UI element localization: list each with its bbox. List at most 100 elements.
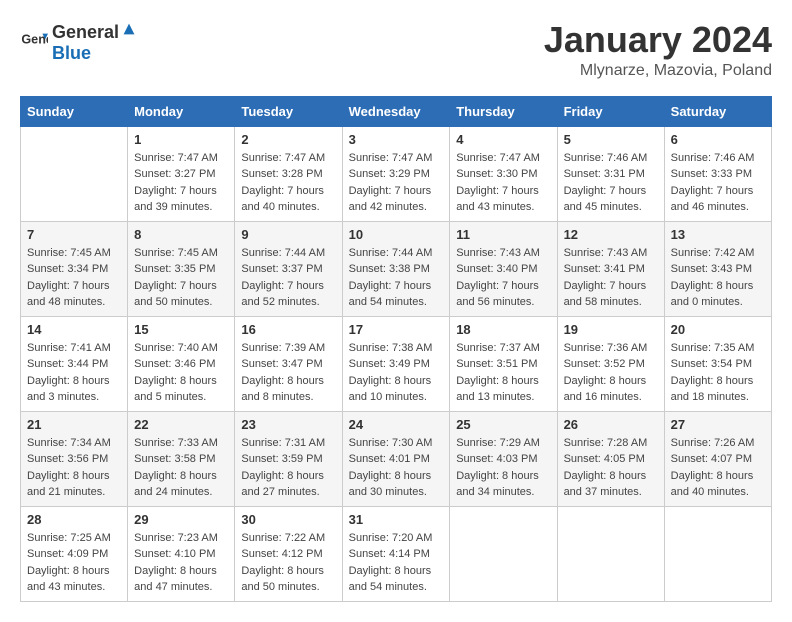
day-info-line: and 48 minutes. [27,296,105,308]
day-info-line: Sunrise: 7:30 AM [349,437,433,449]
day-info-line: and 16 minutes. [564,391,642,403]
day-info-line: Daylight: 8 hours [27,375,110,387]
day-cell [557,506,664,601]
day-cell: 19Sunrise: 7:36 AMSunset: 3:52 PMDayligh… [557,316,664,411]
week-row-5: 28Sunrise: 7:25 AMSunset: 4:09 PMDayligh… [21,506,772,601]
day-info-line: Sunrise: 7:45 AM [134,247,218,259]
day-info-line: Daylight: 7 hours [349,280,432,292]
day-number: 23 [241,417,335,432]
day-info-line: Sunrise: 7:44 AM [349,247,433,259]
day-cell: 17Sunrise: 7:38 AMSunset: 3:49 PMDayligh… [342,316,450,411]
day-cell: 11Sunrise: 7:43 AMSunset: 3:40 PMDayligh… [450,221,557,316]
day-info-line: Daylight: 7 hours [134,185,217,197]
logo-general-text: General [52,22,119,43]
day-info-line: and 46 minutes. [671,201,749,213]
day-cell [664,506,771,601]
day-info: Sunrise: 7:46 AMSunset: 3:31 PMDaylight:… [564,150,658,216]
day-info-line: Sunset: 3:38 PM [349,263,430,275]
day-cell: 3 Sunrise: 7:47 AMSunset: 3:29 PMDaylight… [342,126,450,221]
day-number: 21 [27,417,121,432]
day-info: Sunrise: 7:37 AMSunset: 3:51 PMDaylight:… [456,340,550,406]
day-info-line: Daylight: 8 hours [671,470,754,482]
day-cell: 18Sunrise: 7:37 AMSunset: 3:51 PMDayligh… [450,316,557,411]
day-info-line: Sunrise: 7:29 AM [456,437,540,449]
calendar-table: SundayMondayTuesdayWednesdayThursdayFrid… [20,96,772,602]
day-cell: 21 Sunrise: 7:34 AMSunset: 3:56 PMDayligh… [21,411,128,506]
day-info-line: and 34 minutes. [456,486,534,498]
day-number: 3 [349,132,444,147]
day-number: 27 [671,417,765,432]
day-cell: 13 Sunrise: 7:42 AMSunset: 3:43 PMDayligh… [664,221,771,316]
day-info-line: Daylight: 7 hours [134,280,217,292]
day-info-line: Daylight: 8 hours [134,470,217,482]
day-info-line: Daylight: 8 hours [27,565,110,577]
day-info-line: Daylight: 8 hours [241,375,324,387]
day-cell: 10Sunrise: 7:44 AMSunset: 3:38 PMDayligh… [342,221,450,316]
day-cell: 30Sunrise: 7:22 AMSunset: 4:12 PMDayligh… [235,506,342,601]
day-info-line: and 54 minutes. [349,296,427,308]
day-number: 14 [27,322,121,337]
day-cell: 8Sunrise: 7:45 AMSunset: 3:35 PMDaylight… [128,221,235,316]
day-number: 22 [134,417,228,432]
day-info: Sunrise: 7:42 AMSunset: 3:43 PMDaylight:… [671,245,765,311]
day-cell: 4Sunrise: 7:47 AMSunset: 3:30 PMDaylight… [450,126,557,221]
day-info-line: and 8 minutes. [241,391,313,403]
day-cell: 14 Sunrise: 7:41 AM Sunset: 3:44 PM Dayligh… [21,316,128,411]
day-number: 13 [671,227,765,242]
logo-triangle-icon [120,20,138,38]
day-info-line: Sunrise: 7:42 AM [671,247,755,259]
day-info-line: Sunrise: 7:45 AM [27,247,111,259]
day-info-line: and 27 minutes. [241,486,319,498]
day-info-line: Sunset: 4:14 PM [349,548,430,560]
day-info: Sunrise: 7:28 AMSunset: 4:05 PMDaylight:… [564,435,658,501]
day-cell: 28Sunrise: 7:25 AMSunset: 4:09 PMDayligh… [21,506,128,601]
day-cell: 5Sunrise: 7:46 AMSunset: 3:31 PMDaylight… [557,126,664,221]
day-cell: 9Sunrise: 7:44 AMSunset: 3:37 PMDaylight… [235,221,342,316]
day-info-line: Daylight: 7 hours [349,185,432,197]
day-number: 25 [456,417,550,432]
day-info-line: Sunrise: 7:47 AM [349,152,433,164]
day-info-line: Sunset: 3:56 PM [27,453,108,465]
day-info-line: Sunset: 3:35 PM [134,263,215,275]
day-info-line: Sunset: 4:01 PM [349,453,430,465]
day-info-line: Daylight: 8 hours [456,470,539,482]
day-info-line: Sunset: 4:10 PM [134,548,215,560]
day-cell: 27Sunrise: 7:26 AMSunset: 4:07 PMDayligh… [664,411,771,506]
day-info-line: Sunrise: 7:39 AM [241,342,325,354]
day-number: 6 [671,132,765,147]
day-number: 7 [27,227,121,242]
day-info-line: Sunrise: 7:28 AM [564,437,648,449]
day-info: Sunrise: 7:34 AMSunset: 3:56 PMDaylight:… [27,435,121,501]
day-info-line: and 13 minutes. [456,391,534,403]
day-info: Sunrise: 7:43 AMSunset: 3:41 PMDaylight:… [564,245,658,311]
day-info-line: Sunset: 3:51 PM [456,358,537,370]
day-info: Sunrise: 7:46 AMSunset: 3:33 PMDaylight:… [671,150,765,216]
title-area: January 2024 Mlynarze, Mazovia, Poland [544,20,772,80]
day-info-line: Daylight: 7 hours [564,280,647,292]
day-info-line: and 50 minutes. [134,296,212,308]
day-info-line: Sunset: 3:44 PM [27,358,108,370]
day-info-line: Sunset: 3:34 PM [27,263,108,275]
day-info-line: Sunset: 3:41 PM [564,263,645,275]
day-info: Sunrise: 7:23 AMSunset: 4:10 PMDaylight:… [134,530,228,596]
day-cell: 22Sunrise: 7:33 AMSunset: 3:58 PMDayligh… [128,411,235,506]
weekday-header-friday: Friday [557,96,664,126]
day-info-line: and 50 minutes. [241,581,319,593]
day-cell: 7Sunrise: 7:45 AMSunset: 3:34 PMDaylight… [21,221,128,316]
day-info: Sunrise: 7:30 AMSunset: 4:01 PMDaylight:… [349,435,444,501]
location-title: Mlynarze, Mazovia, Poland [544,62,772,80]
day-info-line: Sunrise: 7:41 AM [27,342,111,354]
day-cell: 31Sunrise: 7:20 AMSunset: 4:14 PMDayligh… [342,506,450,601]
day-info-line: Sunrise: 7:43 AM [456,247,540,259]
day-info: Sunrise: 7:45 AMSunset: 3:34 PMDaylight:… [27,245,121,311]
day-info-line: Daylight: 8 hours [564,375,647,387]
day-info-line: and 45 minutes. [564,201,642,213]
day-info-line: Daylight: 8 hours [349,375,432,387]
day-info-line: Daylight: 8 hours [671,375,754,387]
day-info-line: Sunset: 3:40 PM [456,263,537,275]
day-info-line: Sunset: 4:09 PM [27,548,108,560]
day-info-line: Sunset: 3:46 PM [134,358,215,370]
day-cell: 16Sunrise: 7:39 AMSunset: 3:47 PMDayligh… [235,316,342,411]
day-info: Sunrise: 7:47 AMSunset: 3:29 PMDaylight:… [349,150,444,216]
day-cell: 15Sunrise: 7:40 AMSunset: 3:46 PMDayligh… [128,316,235,411]
